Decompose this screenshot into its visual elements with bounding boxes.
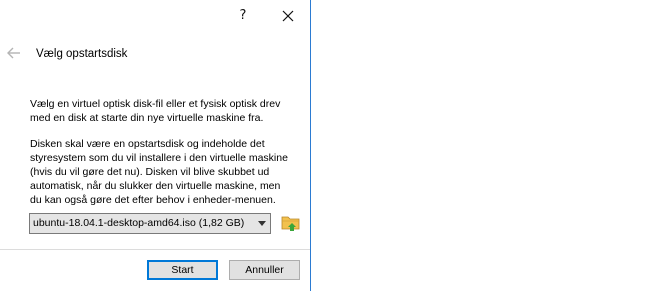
back-button[interactable]	[6, 45, 22, 61]
browse-disk-button[interactable]	[281, 212, 301, 232]
close-icon	[282, 10, 294, 22]
back-arrow-icon	[7, 47, 20, 59]
footer-separator	[0, 249, 310, 250]
question-mark-icon: ?	[239, 8, 247, 23]
boot-disk-info-text: Disken skal være en opstartsdisk og inde…	[30, 138, 288, 206]
folder-browse-icon	[281, 216, 300, 231]
help-button[interactable]: ?	[231, 4, 255, 28]
chevron-down-icon	[258, 221, 266, 226]
selected-disk-value: ubuntu-18.04.1-desktop-amd64.iso (1,82 G…	[33, 217, 245, 229]
close-button[interactable]	[276, 4, 300, 28]
page-title: Vælg opstartsdisk	[36, 48, 128, 60]
instruction-text: Vælg en virtuel optisk disk-fil eller et…	[30, 98, 281, 124]
choose-boot-disk-dialog: ? Vælg opstartsdisk Vælg en virtuel opti…	[0, 0, 311, 291]
boot-disk-dropdown[interactable]: ubuntu-18.04.1-desktop-amd64.iso (1,82 G…	[29, 213, 271, 234]
start-button[interactable]: Start	[147, 260, 218, 280]
cancel-button[interactable]: Annuller	[229, 260, 300, 280]
dialog-titlebar: ?	[0, 0, 311, 32]
